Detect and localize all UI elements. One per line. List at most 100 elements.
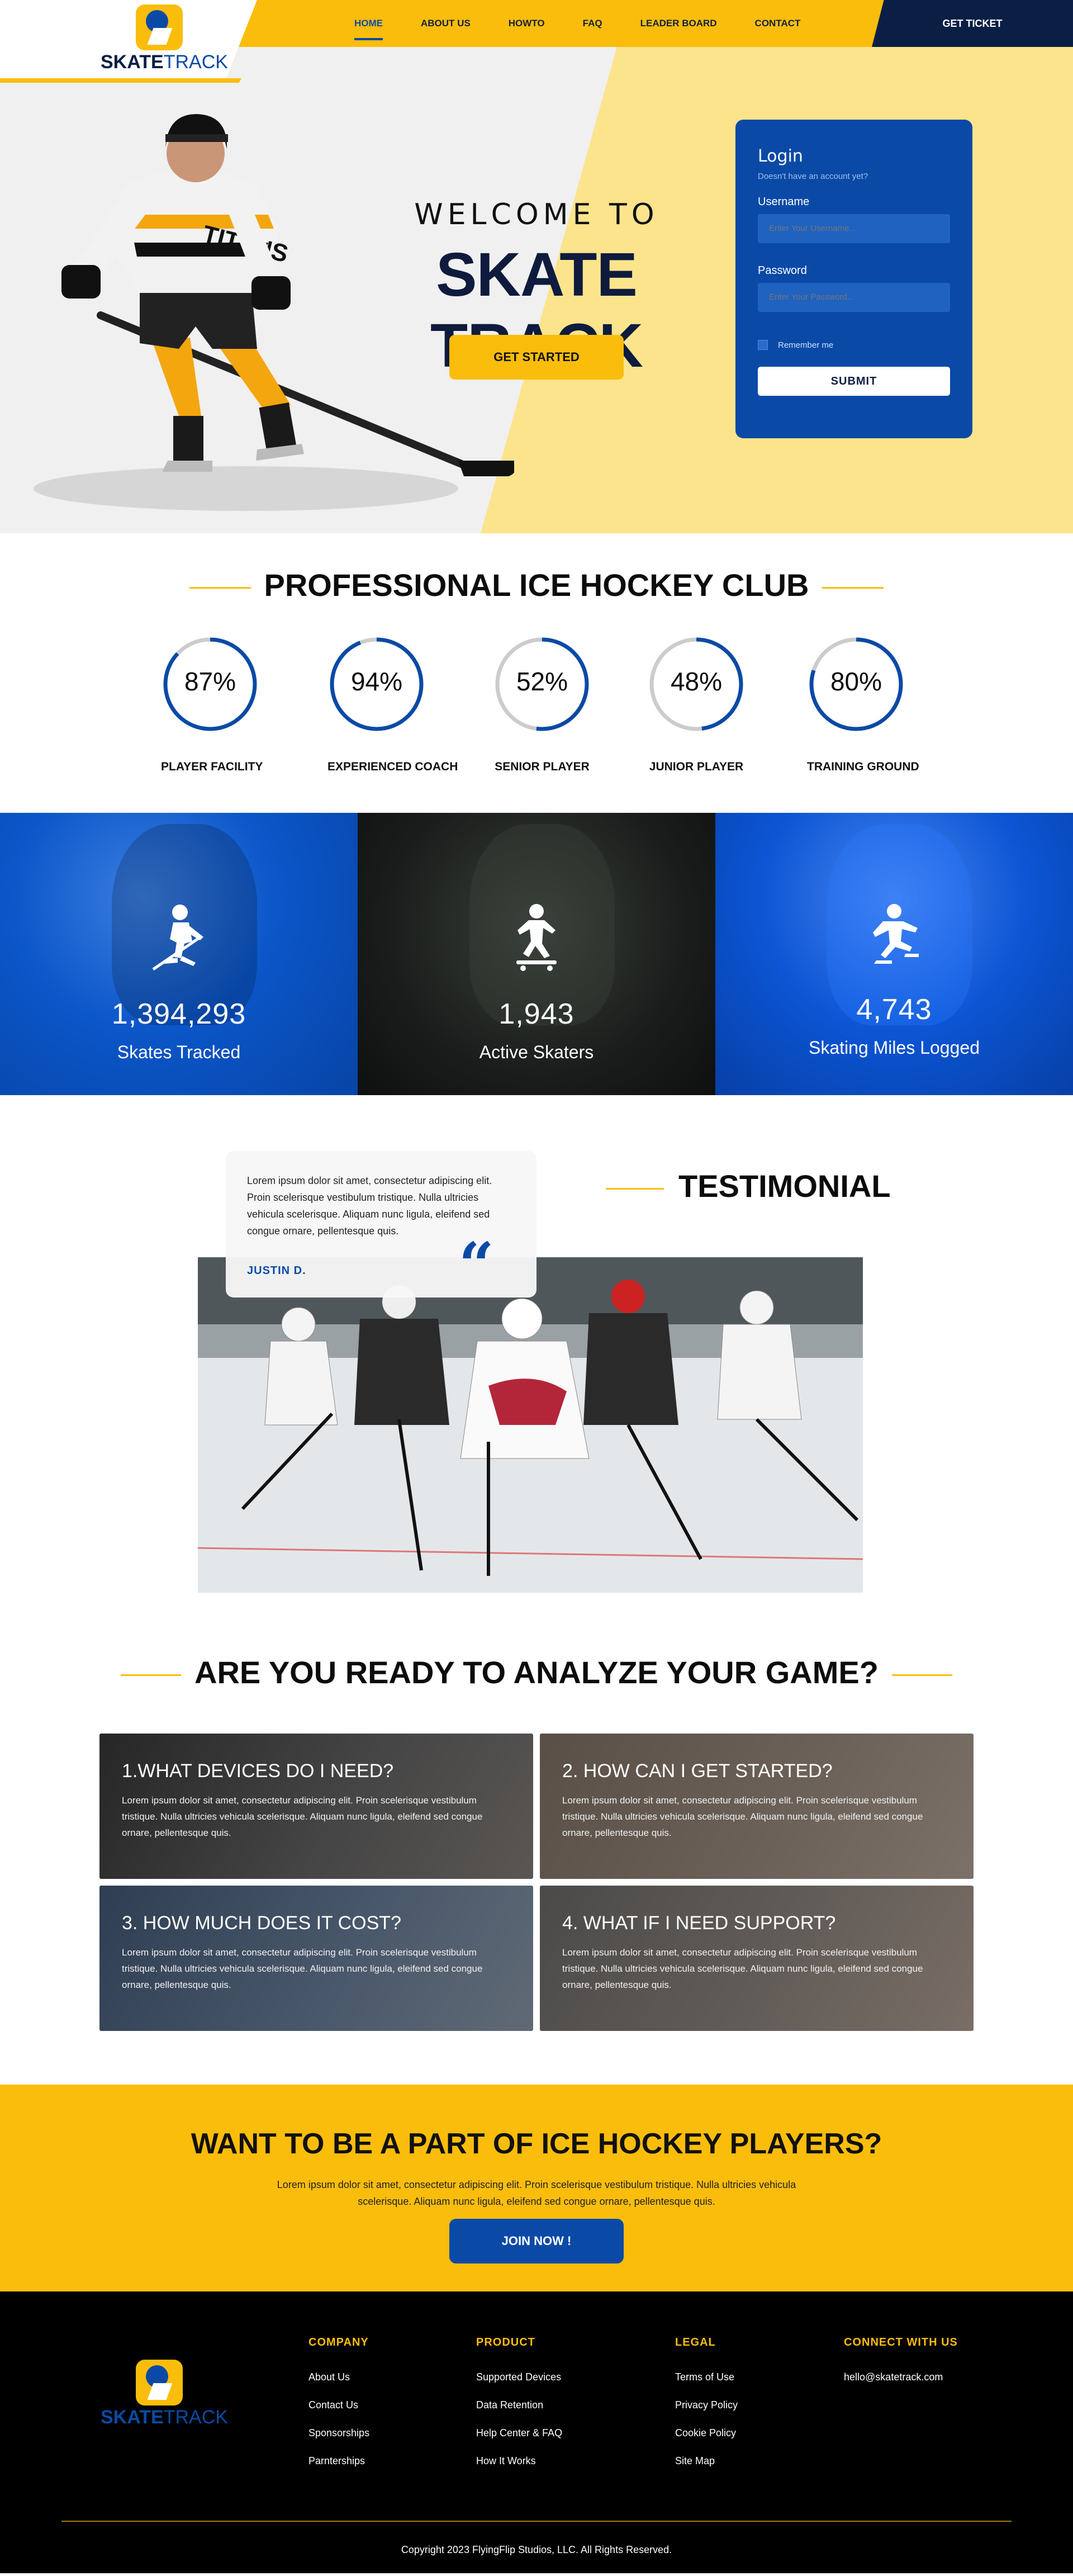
nav-leader-board[interactable]: LEADER BOARD (621, 0, 736, 47)
footer-link[interactable]: Sponsorships (308, 2427, 369, 2439)
heading-line-right (822, 586, 884, 589)
ice-skater-icon (873, 904, 919, 964)
stat-percent: 48% (670, 667, 723, 696)
welcome-text: WELCOME TO (414, 198, 659, 231)
stats-tiles: 1,394,293 Skates Tracked 1,943 Active Sk… (0, 813, 1073, 1095)
main-nav: HOME ABOUT US HOWTO FAQ LEADER BOARD CON… (335, 0, 819, 47)
get-started-button[interactable]: GET STARTED (449, 335, 624, 380)
faq-card[interactable]: 4. WHAT IF I NEED SUPPORT? Lorem ipsum d… (540, 1886, 974, 2031)
faq-question: 1.WHAT DEVICES DO I NEED? (122, 1760, 394, 1782)
faq-answer: Lorem ipsum dolor sit amet, consectetur … (562, 1947, 923, 1990)
faq-card[interactable]: 3. HOW MUCH DOES IT COST? Lorem ipsum do… (99, 1886, 533, 2031)
footer-logo[interactable]: SKATETRACK (101, 2360, 228, 2428)
hero-section: TITANS WELCOME TO SKATE TRACK GET STARTE… (0, 47, 1073, 533)
tile-number: 1,943 (498, 998, 575, 1030)
nav-contact[interactable]: CONTACT (736, 0, 820, 47)
footer-link[interactable]: Contact Us (308, 2399, 369, 2411)
login-form: Login Doesn't have an account yet? Usern… (735, 120, 972, 438)
nav-howto[interactable]: HOWTO (490, 0, 564, 47)
faq-card[interactable]: 1.WHAT DEVICES DO I NEED? Lorem ipsum do… (99, 1734, 533, 1879)
stat-label: SENIOR PLAYER (495, 760, 590, 773)
faq-question: 4. WHAT IF I NEED SUPPORT? (562, 1912, 836, 1934)
site-logo[interactable]: SKATETRACK (101, 4, 228, 73)
faq-card[interactable]: 2. HOW CAN I GET STARTED? Lorem ipsum do… (540, 1734, 974, 1879)
password-label: Password (758, 264, 807, 277)
hockey-player-icon (152, 905, 203, 971)
faq-answer: Lorem ipsum dolor sit amet, consectetur … (122, 1947, 483, 1990)
nav-home[interactable]: HOME (335, 0, 402, 47)
footer-product: PRODUCT Supported Devices Data Retention… (476, 2336, 562, 2483)
footer-heading: COMPANY (308, 2336, 369, 2348)
get-ticket-button[interactable]: GET TICKET (872, 0, 1073, 47)
testimonial-card: Lorem ipsum dolor sit amet, consectetur … (226, 1151, 536, 1298)
footer-divider (61, 2521, 1012, 2522)
footer-connect: CONNECT WITH US hello@skatetrack.com (844, 2336, 958, 2399)
remember-me-checkbox[interactable] (758, 340, 768, 350)
nav-faq[interactable]: FAQ (564, 0, 621, 47)
testimonial-section: Lorem ipsum dolor sit amet, consectetur … (0, 1095, 1073, 1654)
faq-heading: ARE YOU READY TO ANALYZE YOUR GAME? (0, 1654, 1073, 1690)
stat-ring: 87% PLAYER FACILITY (161, 635, 263, 774)
footer-heading: CONNECT WITH US (844, 2336, 958, 2348)
join-banner: WANT TO BE A PART OF ICE HOCKEY PLAYERS?… (0, 2085, 1073, 2291)
footer-link[interactable]: Privacy Policy (675, 2399, 738, 2411)
tile-number: 1,394,293 (111, 998, 246, 1030)
quote-icon: “ (458, 1229, 494, 1301)
submit-button[interactable]: SUBMIT (758, 367, 950, 396)
testimonial-author: JUSTIN D. (247, 1265, 306, 1277)
login-title: Login (758, 146, 803, 166)
footer-link[interactable]: Cookie Policy (675, 2427, 738, 2439)
stat-label: PLAYER FACILITY (161, 760, 263, 773)
password-input[interactable] (758, 283, 950, 312)
copyright: Copyright 2023 FlyingFlip Studios, LLC. … (401, 2544, 672, 2555)
stat-percent: 80% (830, 667, 882, 696)
footer-link[interactable]: Help Center & FAQ (476, 2427, 562, 2439)
tile-label: Skates Tracked (117, 1042, 241, 1062)
stat-ring: 52% SENIOR PLAYER (493, 635, 591, 774)
footer-link[interactable]: How It Works (476, 2455, 562, 2467)
stat-tile: 4,743 Skating Miles Logged (715, 813, 1073, 1095)
footer-link[interactable]: Parnterships (308, 2455, 369, 2467)
heading-line-left (121, 1674, 182, 1676)
skateboarder-icon (516, 904, 557, 971)
club-section: PROFESSIONAL ICE HOCKEY CLUB 87% PLAYER … (0, 533, 1073, 813)
username-label: Username (758, 196, 810, 208)
tile-label: Active Skaters (479, 1042, 594, 1062)
faq-grid: 1.WHAT DEVICES DO I NEED? Lorem ipsum do… (99, 1734, 974, 2031)
faq-section: ARE YOU READY TO ANALYZE YOUR GAME? 1.WH… (0, 1654, 1073, 2085)
stat-percent: 87% (184, 667, 236, 696)
logo-text: SKATETRACK (101, 2407, 228, 2428)
join-now-button[interactable]: JOIN NOW ! (449, 2219, 624, 2264)
footer-link[interactable]: Terms of Use (675, 2371, 738, 2383)
footer-link[interactable]: About Us (308, 2371, 369, 2383)
footer-legal: LEGAL Terms of Use Privacy Policy Cookie… (675, 2336, 738, 2483)
stat-ring: 48% JUNIOR PLAYER (647, 635, 746, 774)
footer-email-link[interactable]: hello@skatetrack.com (844, 2371, 958, 2383)
stat-label: TRAINING GROUND (807, 760, 919, 773)
logo-icon (136, 4, 183, 50)
logo-icon (136, 2360, 183, 2405)
stat-tile: 1,394,293 Skates Tracked (0, 813, 358, 1095)
logo-underline (0, 78, 241, 83)
footer-link[interactable]: Supported Devices (476, 2371, 562, 2383)
stat-label: EXPERIENCED COACH (327, 760, 458, 773)
footer-heading: PRODUCT (476, 2336, 535, 2348)
logo-text: SKATETRACK (101, 51, 228, 73)
club-heading: PROFESSIONAL ICE HOCKEY CLUB (0, 567, 1073, 603)
tile-number: 4,743 (856, 993, 932, 1026)
footer-link[interactable]: Data Retention (476, 2399, 562, 2411)
tile-label: Skating Miles Logged (809, 1038, 980, 1058)
heading-line-right (891, 1674, 952, 1676)
stat-tile: 1,943 Active Skaters (358, 813, 715, 1095)
stat-ring: 80% TRAINING GROUND (807, 635, 919, 774)
join-text: Lorem ipsum dolor sit amet, consectetur … (277, 2179, 796, 2207)
nav-about-us[interactable]: ABOUT US (402, 0, 490, 47)
signup-link[interactable]: Doesn't have an account yet? (758, 172, 950, 181)
username-input[interactable] (758, 214, 950, 243)
footer-link[interactable]: Site Map (675, 2455, 738, 2467)
faq-answer: Lorem ipsum dolor sit amet, consectetur … (562, 1795, 923, 1838)
stat-label: JUNIOR PLAYER (649, 760, 744, 773)
footer-heading: LEGAL (675, 2336, 716, 2348)
footer-company: COMPANY About Us Contact Us Sponsorships… (308, 2336, 369, 2483)
heading-line-left (606, 1187, 664, 1190)
